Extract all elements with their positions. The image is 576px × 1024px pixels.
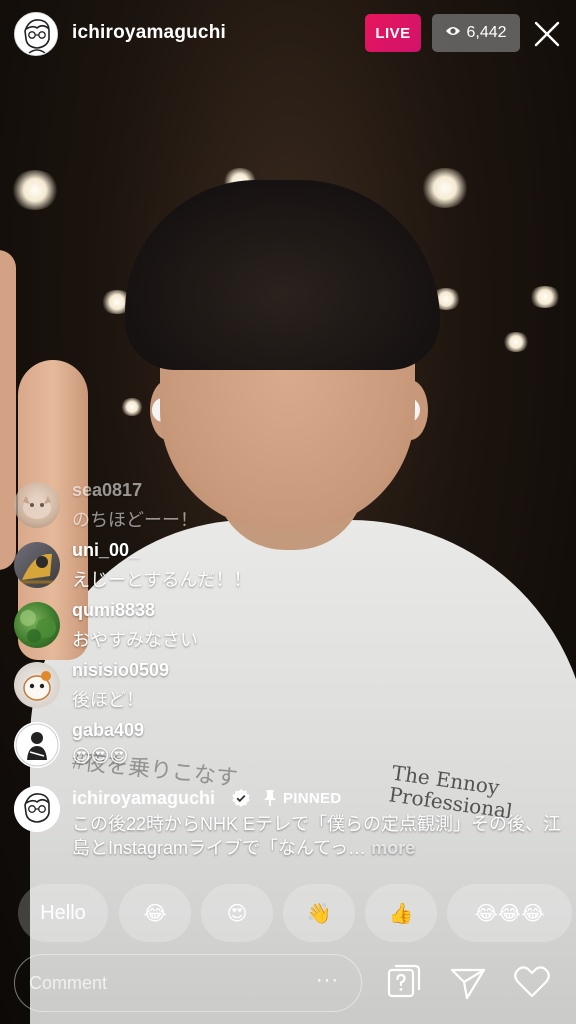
reaction-chip-laugh[interactable]: 😂 bbox=[119, 884, 191, 942]
comment-item[interactable]: nisisio0509 後ほど！ bbox=[14, 658, 566, 718]
send-icon[interactable] bbox=[448, 962, 488, 1002]
comment-placeholder: Comment bbox=[29, 973, 108, 993]
person-hair bbox=[125, 180, 440, 370]
commenter-username[interactable]: nisisio0509 bbox=[72, 660, 169, 681]
comment-text: えじーとするんだ！！ bbox=[72, 570, 252, 590]
more-options-icon[interactable]: ··· bbox=[316, 969, 339, 992]
commenter-username[interactable]: gaba409 bbox=[72, 720, 144, 741]
commenter-avatar[interactable] bbox=[14, 542, 60, 588]
close-icon[interactable] bbox=[530, 17, 564, 51]
comment-item[interactable]: gaba409 😍😍😍 bbox=[14, 718, 566, 778]
ceiling-light bbox=[120, 398, 144, 416]
pinned-label: PINNED bbox=[283, 790, 342, 807]
ceiling-light bbox=[420, 168, 470, 208]
commenter-username[interactable]: uni_00_ bbox=[72, 540, 139, 561]
question-icon[interactable] bbox=[384, 962, 424, 1002]
reaction-chip-triple-laugh[interactable]: 😂😂😂 bbox=[447, 884, 572, 942]
comment-feed: sea0817 のちほどーー！ uni_00_ えじーとするんだ！！ qumi8… bbox=[14, 478, 566, 778]
ceiling-light bbox=[502, 332, 530, 352]
verified-badge-icon bbox=[231, 788, 251, 808]
reaction-chip-heart-eyes[interactable]: 😍 bbox=[201, 884, 273, 942]
commenter-avatar[interactable] bbox=[14, 602, 60, 648]
pinned-author-username[interactable]: ichiroyamaguchi bbox=[72, 788, 215, 809]
more-link[interactable]: more bbox=[371, 838, 415, 858]
live-header: ichiroyamaguchi LIVE 6,442 bbox=[0, 0, 576, 70]
comment-text: 😍😍😍 bbox=[72, 746, 129, 766]
viewer-count: 6,442 bbox=[466, 24, 507, 41]
pinned-author-avatar[interactable] bbox=[14, 786, 60, 832]
comment-item[interactable]: sea0817 のちほどーー！ bbox=[14, 478, 566, 538]
ceiling-light bbox=[528, 286, 562, 308]
comment-item[interactable]: uni_00_ えじーとするんだ！！ bbox=[14, 538, 566, 598]
comment-text: 後ほど！ bbox=[72, 690, 144, 710]
pinned-message: この後22時からNHK Eテレで「僕らの定点観測」その後、江島とInstagra… bbox=[72, 814, 562, 858]
ceiling-light bbox=[10, 170, 60, 210]
pinned-comment[interactable]: ichiroyamaguchi PINNED この後22時からNHK Eテレで「… bbox=[14, 786, 566, 858]
comment-text: のちほどーー！ bbox=[72, 510, 198, 530]
pinned-text: この後22時からNHK Eテレで「僕らの定点観測」その後、江島とInstagra… bbox=[72, 812, 572, 860]
reaction-chip-thumbs-up[interactable]: 👍 bbox=[365, 884, 437, 942]
commenter-username[interactable]: sea0817 bbox=[72, 480, 142, 501]
reaction-chip-hello[interactable]: Hello bbox=[18, 884, 108, 942]
commenter-avatar[interactable] bbox=[14, 722, 60, 768]
pin-icon bbox=[262, 789, 278, 807]
comment-input[interactable]: Comment ··· bbox=[14, 954, 362, 1012]
viewer-count-badge[interactable]: 6,442 bbox=[432, 14, 520, 52]
host-avatar[interactable] bbox=[14, 12, 58, 56]
commenter-avatar[interactable] bbox=[14, 662, 60, 708]
reaction-chip-wave[interactable]: 👋 bbox=[283, 884, 355, 942]
live-badge: LIVE bbox=[365, 14, 421, 52]
quick-reactions-bar: Hello 😂 😍 👋 👍 😂😂😂 bbox=[18, 884, 576, 942]
comment-item[interactable]: qumi8838 おやすみなさい bbox=[14, 598, 566, 658]
eye-icon bbox=[445, 24, 461, 42]
heart-icon[interactable] bbox=[512, 962, 552, 1002]
comment-text: おやすみなさい bbox=[72, 630, 198, 650]
commenter-avatar[interactable] bbox=[14, 482, 60, 528]
commenter-username[interactable]: qumi8838 bbox=[72, 600, 155, 621]
host-username[interactable]: ichiroyamaguchi bbox=[72, 22, 226, 44]
